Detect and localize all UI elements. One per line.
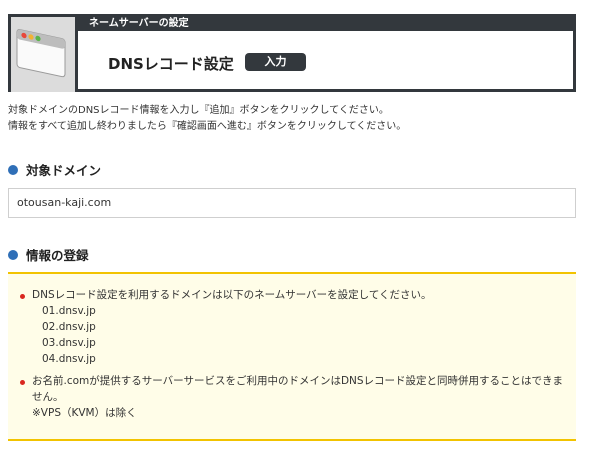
nameserver-4: 04.dnsv.jp (42, 353, 96, 365)
section-domain-title: 対象ドメイン (26, 163, 102, 178)
header-strip-label: ネームサーバーの設定 (89, 18, 189, 29)
red-bullet-icon (20, 294, 25, 299)
nameserver-2: 02.dnsv.jp (42, 321, 96, 333)
header-strip: ネームサーバーの設定 (11, 17, 573, 31)
nameserver-3: 03.dnsv.jp (42, 337, 96, 349)
notice-item-1: DNSレコード設定を利用するドメインは以下のネームサーバーを設定してください。 (32, 289, 432, 301)
window-icon (11, 17, 78, 92)
notice-item-2: お名前.comが提供するサーバーサービスをご利用中のドメインはDNSレコード設定… (32, 373, 563, 421)
intro-line-1: 対象ドメインのDNSレコード情報を入力し『追加』ボタンをクリックしてください。 (8, 105, 389, 116)
bullet-dot-icon (8, 249, 18, 260)
page-title: DNSレコード設定 (108, 55, 234, 73)
domain-value: otousan-kaji.com (8, 188, 576, 218)
red-bullet-icon (20, 380, 25, 385)
section-registration-heading: 情報の登録 (8, 245, 89, 264)
section-registration-title: 情報の登録 (26, 248, 89, 263)
page-header: ネームサーバーの設定 DNSレコード設定 入力 (8, 14, 576, 92)
notice-item-2-line-3: ※VPS（KVM）は除く (32, 407, 137, 419)
notice-item-2-line-1: お名前.comが提供するサーバーサービスをご利用中のドメインはDNSレコード設定… (32, 375, 564, 387)
nameserver-1: 01.dnsv.jp (42, 305, 96, 317)
step-badge: 入力 (245, 53, 306, 71)
section-domain-heading: 対象ドメイン (8, 160, 101, 179)
notice-item-2-line-2: せん。 (32, 391, 64, 403)
intro-text: 対象ドメインのDNSレコード情報を入力し『追加』ボタンをクリックしてください。 … (8, 103, 406, 135)
notice-box: DNSレコード設定を利用するドメインは以下のネームサーバーを設定してください。 … (8, 272, 576, 441)
bullet-dot-icon (8, 164, 18, 175)
intro-line-2: 情報をすべて追加し終わりましたら『確認画面へ進む』ボタンをクリックしてください。 (8, 121, 407, 132)
